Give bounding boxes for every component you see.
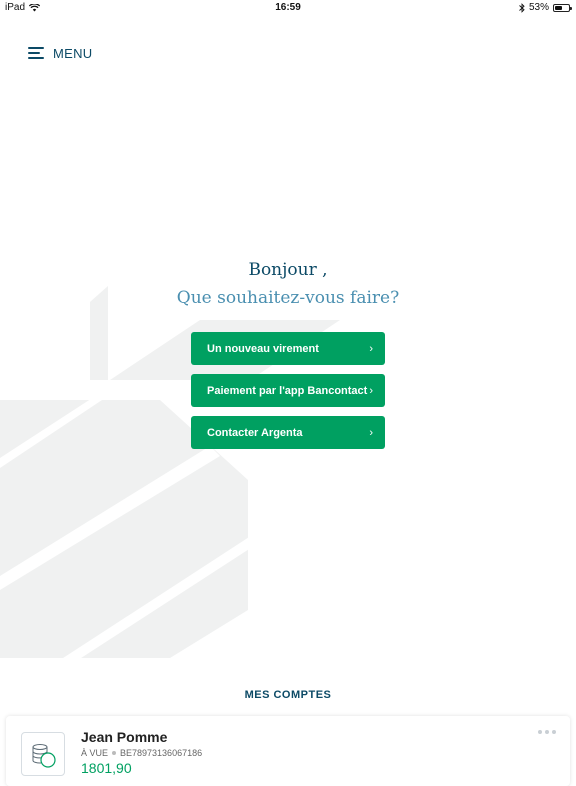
contact-argenta-button[interactable]: Contacter Argenta › <box>191 416 385 449</box>
account-meta: À VUE BE78973136067186 <box>81 748 202 758</box>
account-balance: 1801,90 <box>81 760 132 776</box>
hamburger-icon <box>28 47 44 59</box>
greeting-hello: Bonjour , <box>248 260 328 280</box>
status-right: 53% <box>519 2 572 13</box>
chevron-right-icon: › <box>369 426 373 439</box>
greeting: Bonjour , Que souhaitez-vous faire? <box>0 260 576 308</box>
action-label: Paiement par l'app Bancontact <box>207 384 368 397</box>
account-icon-box <box>21 732 65 776</box>
account-iban: BE78973136067186 <box>120 748 203 758</box>
battery-percent: 53% <box>528 2 549 13</box>
menu-label: MENU <box>53 45 93 61</box>
battery-fill <box>555 5 562 10</box>
status-bar: iPad 16:59 53% <box>0 0 576 16</box>
quick-actions: Un nouveau virement › Paiement par l'app… <box>191 332 385 458</box>
new-transfer-button[interactable]: Un nouveau virement › <box>191 332 385 365</box>
chevron-right-icon: › <box>369 384 373 397</box>
account-holder-name: Jean Pomme <box>81 729 168 745</box>
action-label: Contacter Argenta <box>207 426 303 439</box>
menu-button[interactable]: MENU <box>28 42 92 64</box>
battery-icon <box>553 3 572 12</box>
coins-icon <box>32 744 56 768</box>
greeting-question: Que souhaitez-vous faire? <box>176 288 400 308</box>
accounts-section-title: MES COMPTES <box>244 689 332 701</box>
status-time: 16:59 <box>275 2 301 13</box>
separator-dot <box>112 751 117 755</box>
bancontact-payment-button[interactable]: Paiement par l'app Bancontact › <box>191 374 385 407</box>
account-type: À VUE <box>81 748 109 758</box>
action-label: Un nouveau virement <box>207 342 319 355</box>
bluetooth-icon <box>519 2 525 13</box>
more-options-icon[interactable] <box>538 730 556 734</box>
chevron-right-icon: › <box>369 342 373 355</box>
account-card[interactable]: Jean Pomme À VUE BE78973136067186 1801,9… <box>6 716 570 786</box>
